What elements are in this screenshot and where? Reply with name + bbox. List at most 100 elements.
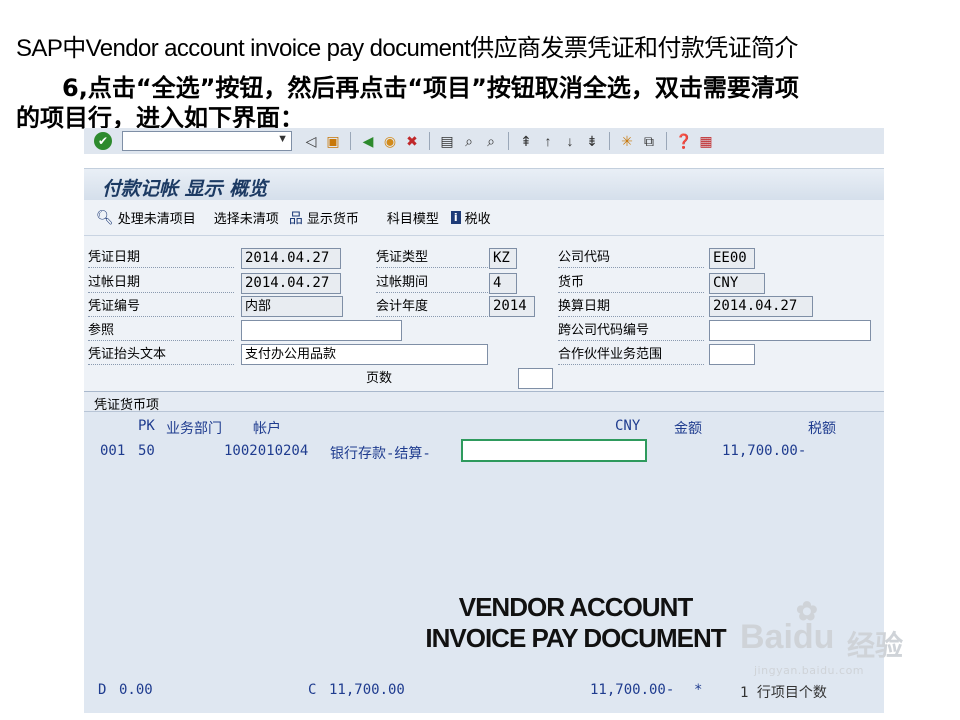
row-account: 1002010204 [224,443,309,459]
first-page-icon[interactable]: ⇞ [517,132,535,150]
row-line-number: 001 [100,443,126,459]
info-icon: i [450,211,461,224]
screen-titlebar: 付款记帐 显示 概览 [84,168,884,200]
posting-date-field[interactable]: 2014.04.27 [241,273,341,294]
doc-date-field[interactable]: 2014.04.27 [241,248,341,269]
cancel-icon[interactable]: ✖ [403,132,421,150]
balance-total: 11,700.00- [590,682,675,698]
command-field[interactable]: ▼ [122,131,292,151]
credit-label: C [308,682,317,698]
save-icon[interactable]: ▣ [324,132,342,150]
account-model-label: 科目模型 [386,212,439,227]
select-open-items-label: 选择未清项 [213,212,279,227]
col-pk-header: PK [138,418,155,434]
baidu-jingyan: 经验 [847,629,904,662]
items-section-header: 凭证货币项 [84,392,884,413]
display-currency-button[interactable]: 品 显示货币 [289,208,359,228]
process-open-items-button[interactable]: 🔍︎ 处理未清项目 [96,208,196,228]
search-icon: 🔍︎ [96,209,114,226]
page-label: 页数 [366,371,393,386]
toolbar-separator [666,132,667,150]
row-amount: 11,700.00- [722,443,807,459]
col-currency-header: CNY [615,418,641,434]
watermark-line2: INVOICE PAY DOCUMENT [425,623,726,653]
shortcut-icon[interactable]: ⧉ [640,132,658,150]
watermark-line1: VENDOR ACCOUNT [458,592,693,622]
print-icon[interactable]: ▤ [438,132,456,150]
prev-page-icon[interactable]: ↑ [539,132,557,150]
hierarchy-icon: 品 [288,210,303,227]
col-amount-header: 金额 [674,421,702,437]
header-text-field[interactable]: 支付办公用品款 [241,344,488,365]
doc-date-label: 凭证日期 [88,248,234,268]
document-header-form: 凭证日期 2014.04.27 凭证类型 KZ 公司代码 EE00 过帐日期 2… [84,236,884,391]
doc-type-field[interactable]: KZ [489,248,517,269]
reference-label: 参照 [88,321,234,341]
partner-ba-label: 合作伙伴业务范围 [558,345,704,365]
col-bus-dept-header: 业务部门 [166,421,222,437]
watermark-text: VENDOR ACCOUNT INVOICE PAY DOCUMENT [408,592,743,654]
company-code-field[interactable]: EE00 [709,248,755,269]
items-section-title: 凭证货币项 [94,398,160,413]
help-icon[interactable]: ❓ [675,132,693,150]
fiscal-year-field[interactable]: 2014 [489,296,535,317]
back-icon[interactable]: ◀ [359,132,377,150]
toolbar-separator [609,132,610,150]
exit-icon[interactable]: ◉ [381,132,399,150]
display-currency-label: 显示货币 [306,212,359,227]
application-toolbar: 🔍︎ 处理未清项目 选择未清项 品 显示货币 科目模型 i 税收 [84,200,884,236]
company-code-label: 公司代码 [558,248,704,268]
process-open-items-label: 处理未清项目 [117,212,196,227]
baidu-url: jingyan.baidu.com [754,664,865,677]
doc-number-field[interactable]: 内部 [241,296,343,317]
balance-marker: * [694,682,703,698]
tax-label: 税收 [464,212,491,227]
last-page-icon[interactable]: ⇟ [583,132,601,150]
translation-date-label: 换算日期 [558,297,704,317]
new-session-icon[interactable]: ✳ [618,132,636,150]
posting-date-label: 过帐日期 [88,273,234,293]
next-page-icon[interactable]: ↓ [561,132,579,150]
screen-title: 付款记帐 显示 概览 [102,178,268,200]
highlight-box [461,439,647,462]
row-pk: 50 [138,443,155,459]
credit-total: 11,700.00 [329,682,405,698]
reference-field[interactable] [241,320,402,341]
account-model-button[interactable]: 科目模型 [387,208,439,227]
row-account-text: 银行存款-结算- [330,446,431,462]
currency-field[interactable]: CNY [709,273,765,294]
find-icon[interactable]: ⌕ [460,132,478,150]
baidu-logo: ✿ Baidu 经验 jingyan.baidu.com [740,596,920,678]
doc-type-label: 凭证类型 [376,248,488,268]
chevron-down-icon[interactable]: ▼ [277,133,288,145]
partner-ba-field[interactable] [709,344,755,365]
doc-number-label: 凭证编号 [88,297,234,317]
debit-total: 0.00 [119,682,153,698]
col-account-header: 帐户 [253,421,281,437]
back-triangle-icon[interactable]: ◁ [302,132,320,150]
header-text-label: 凭证抬头文本 [88,345,234,365]
cross-cc-label: 跨公司代码编号 [558,321,704,341]
cross-cc-field[interactable] [709,320,871,341]
page-field[interactable] [518,368,553,389]
toolbar-separator [508,132,509,150]
period-field[interactable]: 4 [489,273,517,294]
tax-button[interactable]: i 税收 [450,208,491,227]
fiscal-year-label: 会计年度 [376,297,488,317]
currency-label: 货币 [558,273,704,293]
paw-icon: ✿ [796,596,818,626]
period-label: 过帐期间 [376,273,488,293]
item-count: 1 行项目个数 [740,685,827,701]
translation-date-field[interactable]: 2014.04.27 [709,296,813,317]
system-toolbar: ✔ ▼ ◁ ▣ ◀ ◉ ✖ ▤ ⌕ ⌕ ⇞ ↑ ↓ ⇟ ✳ ⧉ ❓ ▦ [84,128,884,154]
baidu-brand: Baidu [740,618,835,656]
toolbar-separator [350,132,351,150]
customize-icon[interactable]: ▦ [697,132,715,150]
slide-title: SAP中Vendor account invoice pay document供… [16,35,798,62]
enter-icon[interactable]: ✔ [94,132,112,150]
select-open-items-button[interactable]: 选择未清项 [214,208,279,227]
toolbar-separator [429,132,430,150]
debit-label: D [98,682,107,698]
find-next-icon[interactable]: ⌕ [482,132,500,150]
col-tax-header: 税额 [808,421,836,437]
